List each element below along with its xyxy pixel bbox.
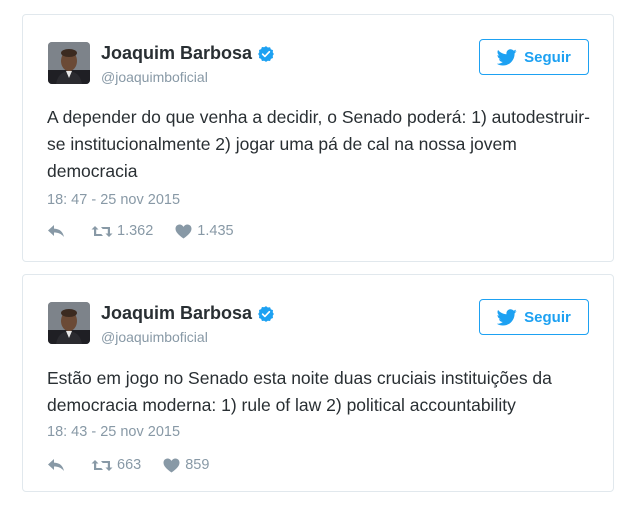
- author-row: Joaquim Barbosa: [101, 43, 275, 64]
- retweet-icon: [91, 225, 113, 237]
- tweet-card: Joaquim Barbosa @joaquimboficial Seguir …: [22, 274, 614, 492]
- retweet-count: 663: [117, 457, 142, 473]
- reply-button[interactable]: [47, 458, 65, 472]
- reply-icon: [48, 459, 64, 471]
- like-button[interactable]: 859: [163, 457, 209, 473]
- like-button[interactable]: 1.435: [175, 223, 234, 239]
- follow-label: Seguir: [524, 308, 571, 326]
- verified-badge-icon: [258, 45, 274, 62]
- author-handle[interactable]: @joaquimboficial: [101, 69, 208, 85]
- tweet-text: A depender do que venha a decidir, o Sen…: [47, 107, 590, 181]
- tweet-timestamp[interactable]: 18: 43 - 25 nov 2015: [47, 424, 180, 440]
- author-name[interactable]: Joaquim Barbosa: [101, 43, 252, 64]
- verified-badge-icon: [258, 305, 274, 322]
- follow-button[interactable]: Seguir: [479, 39, 589, 75]
- reply-icon: [48, 225, 64, 237]
- retweet-icon: [91, 459, 113, 471]
- twitter-bird-icon: [497, 48, 517, 65]
- like-count: 859: [185, 457, 210, 473]
- retweet-button[interactable]: 1.362: [91, 223, 153, 239]
- tweet-text: Estão em jogo no Senado esta noite duas …: [47, 368, 552, 415]
- follow-label: Seguir: [524, 48, 571, 66]
- heart-icon: [163, 458, 180, 472]
- like-count: 1.435: [197, 223, 234, 239]
- follow-button[interactable]: Seguir: [479, 299, 589, 335]
- retweet-count: 1.362: [117, 223, 154, 239]
- avatar[interactable]: [48, 302, 90, 344]
- reply-button[interactable]: [47, 224, 65, 238]
- heart-icon: [175, 224, 192, 238]
- tweet-actions: 663 859: [47, 457, 209, 473]
- avatar[interactable]: [48, 42, 90, 84]
- tweet-timestamp[interactable]: 18: 47 - 25 nov 2015: [47, 192, 180, 208]
- tweet-card: Joaquim Barbosa @joaquimboficial Seguir …: [22, 14, 614, 262]
- author-row: Joaquim Barbosa: [101, 303, 275, 324]
- author-name[interactable]: Joaquim Barbosa: [101, 303, 252, 324]
- author-handle[interactable]: @joaquimboficial: [101, 329, 208, 345]
- twitter-bird-icon: [497, 308, 517, 325]
- retweet-button[interactable]: 663: [91, 457, 141, 473]
- tweet-actions: 1.362 1.435: [47, 223, 234, 239]
